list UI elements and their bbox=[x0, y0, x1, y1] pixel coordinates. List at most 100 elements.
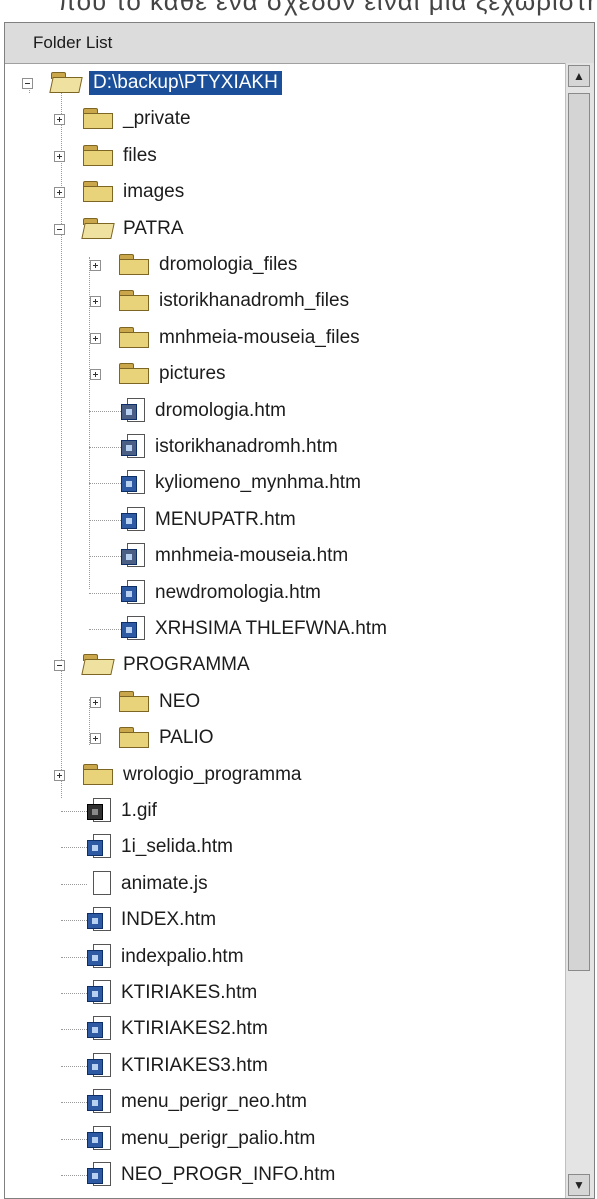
tree-item-label: istorikhanadromh.htm bbox=[155, 436, 338, 457]
frame-page-icon bbox=[121, 434, 147, 460]
expand-icon[interactable] bbox=[90, 696, 101, 708]
tree-item-label: indexpalio.htm bbox=[121, 945, 244, 967]
panel-title: Folder List bbox=[33, 33, 113, 52]
expand-icon[interactable] bbox=[90, 332, 101, 344]
tree-item-label: animate.js bbox=[121, 872, 208, 894]
folder-tree-item[interactable]: D:\backup\PTYXIAKH bbox=[49, 68, 282, 98]
tree-item-label: images bbox=[123, 181, 185, 203]
file-tree-item[interactable]: kyliomeno_mynhma.htm bbox=[121, 468, 361, 498]
file-tree-item[interactable]: menu_perigr_palio.htm bbox=[87, 1124, 315, 1154]
tree-line bbox=[61, 993, 87, 994]
folder-tree-item[interactable]: _private bbox=[81, 104, 191, 134]
file-tree-item[interactable]: NEO_PROGR_INFO.htm bbox=[87, 1160, 335, 1190]
scroll-up-icon[interactable]: ▲ bbox=[568, 65, 590, 87]
folder-icon bbox=[117, 326, 151, 349]
expand-icon[interactable] bbox=[54, 187, 65, 199]
panel-header: Folder List bbox=[5, 23, 594, 64]
file-tree-item[interactable]: MENUPATR.htm bbox=[121, 505, 296, 535]
folder-tree-item[interactable]: images bbox=[81, 177, 184, 207]
folder-tree-item[interactable]: pictures bbox=[117, 359, 226, 389]
file-tree-item[interactable]: istorikhanadromh.htm bbox=[121, 432, 338, 462]
html-page-icon bbox=[87, 1125, 113, 1152]
folder-tree-item[interactable]: PROGRAMMA bbox=[81, 650, 250, 680]
expand-icon[interactable] bbox=[90, 296, 101, 308]
tree-item-label: menu_perigr_neo.htm bbox=[121, 1091, 307, 1113]
folder-tree: D:\backup\PTYXIAKH _privatefiles images PAT… bbox=[5, 63, 565, 1198]
expand-icon[interactable] bbox=[90, 260, 101, 271]
folder-tree-item[interactable]: wrologio_programma bbox=[81, 760, 301, 790]
background-text-fragment: πού το κάθε ένα σχεδόν είναι μία ξεχωρισ… bbox=[0, 0, 597, 22]
folder-icon bbox=[117, 363, 151, 385]
folder-icon bbox=[117, 290, 151, 312]
folder-tree-item[interactable]: mnhmeia-mouseia_files bbox=[117, 323, 360, 353]
folder-tree-item[interactable]: istorikhanadromh_files bbox=[117, 286, 349, 316]
tree-item-label: KTIRIAKES2.htm bbox=[121, 1018, 268, 1040]
folder-tree-item[interactable]: files bbox=[81, 141, 157, 171]
file-tree-item[interactable]: KTIRIAKES.htm bbox=[87, 978, 257, 1008]
tree-item-label: kyliomeno_mynhma.htm bbox=[155, 472, 361, 494]
scroll-thumb[interactable] bbox=[568, 93, 590, 971]
file-tree-item[interactable]: menu_perigr_neo.htm bbox=[87, 1087, 307, 1117]
file-tree-item[interactable]: OROLOGIO_PROGR.htm bbox=[87, 1196, 342, 1198]
tree-line bbox=[89, 629, 121, 630]
tree-line bbox=[61, 1102, 87, 1104]
tree-line bbox=[61, 1175, 87, 1176]
file-tree-item[interactable]: KTIRIAKES2.htm bbox=[87, 1014, 268, 1044]
tree-item-label: wrologio_programma bbox=[123, 763, 302, 785]
html-page-icon bbox=[87, 1052, 113, 1079]
file-tree-item[interactable]: newdromologia.htm bbox=[121, 578, 321, 608]
tree-item-label: _private bbox=[123, 108, 191, 130]
tree-line bbox=[89, 556, 121, 558]
tree-line bbox=[61, 883, 87, 885]
file-tree-item[interactable]: 1.gif bbox=[87, 796, 157, 826]
folder-tree-item[interactable]: PATRA bbox=[81, 214, 184, 244]
folder-tree-item[interactable]: NEO bbox=[117, 687, 200, 717]
collapse-icon[interactable] bbox=[22, 78, 33, 89]
tree-item-label: D:\backup\PTYXIAKH bbox=[89, 71, 282, 95]
folder-tree-item[interactable]: PALIO bbox=[117, 723, 214, 753]
tree-line bbox=[61, 93, 62, 798]
expand-icon[interactable] bbox=[54, 114, 65, 126]
tree-line bbox=[61, 811, 87, 812]
tree-line bbox=[61, 956, 87, 958]
tree-line bbox=[61, 1065, 87, 1067]
file-tree-item[interactable]: KTIRIAKES3.htm bbox=[87, 1051, 268, 1081]
tree-item-label: INDEX.htm bbox=[121, 909, 217, 931]
tree-item-label: mnhmeia-mouseia_files bbox=[159, 326, 360, 348]
collapse-icon[interactable] bbox=[54, 223, 65, 235]
folder-icon bbox=[117, 727, 151, 749]
tree-item-label: PROGRAMMA bbox=[123, 654, 250, 676]
file-tree-item[interactable]: dromologia.htm bbox=[121, 396, 286, 426]
file-tree-item[interactable]: animate.js bbox=[87, 869, 208, 899]
folder-tree-item[interactable]: dromologia_files bbox=[117, 250, 297, 280]
tree-item-label: pictures bbox=[159, 363, 226, 385]
html-page-icon bbox=[121, 616, 147, 642]
expand-icon[interactable] bbox=[54, 769, 65, 781]
expand-icon[interactable] bbox=[54, 150, 65, 162]
tree-item-label: mnhmeia-mouseia.htm bbox=[155, 545, 349, 567]
file-tree-item[interactable]: 1i_selida.htm bbox=[87, 832, 233, 862]
frame-page-icon bbox=[121, 543, 147, 569]
expand-icon[interactable] bbox=[90, 733, 101, 745]
folder-icon bbox=[81, 181, 115, 203]
html-page-icon bbox=[121, 506, 147, 533]
html-page-icon bbox=[87, 980, 113, 1006]
html-page-icon bbox=[87, 1016, 113, 1042]
script-file-icon bbox=[87, 870, 113, 897]
expand-icon[interactable] bbox=[90, 369, 101, 381]
file-tree-item[interactable]: XRHSIMA THLEFWNA.htm bbox=[121, 614, 387, 644]
file-tree-item[interactable]: INDEX.htm bbox=[87, 905, 216, 935]
file-tree-item[interactable]: mnhmeia-mouseia.htm bbox=[121, 541, 348, 571]
scroll-down-icon[interactable]: ▼ bbox=[568, 1174, 590, 1196]
file-tree-item[interactable]: indexpalio.htm bbox=[87, 942, 244, 972]
tree-line bbox=[89, 410, 121, 412]
collapse-icon[interactable] bbox=[54, 660, 65, 672]
html-page-icon bbox=[87, 834, 113, 860]
tree-item-label: menu_perigr_palio.htm bbox=[121, 1127, 316, 1149]
html-page-icon bbox=[87, 907, 113, 933]
folder-icon bbox=[81, 763, 115, 786]
tree-item-label: PATRA bbox=[123, 217, 184, 239]
html-page-icon bbox=[121, 470, 147, 496]
tree-item-label: XRHSIMA THLEFWNA.htm bbox=[155, 618, 387, 639]
vertical-scrollbar[interactable]: ▲ ▼ bbox=[565, 63, 594, 1198]
